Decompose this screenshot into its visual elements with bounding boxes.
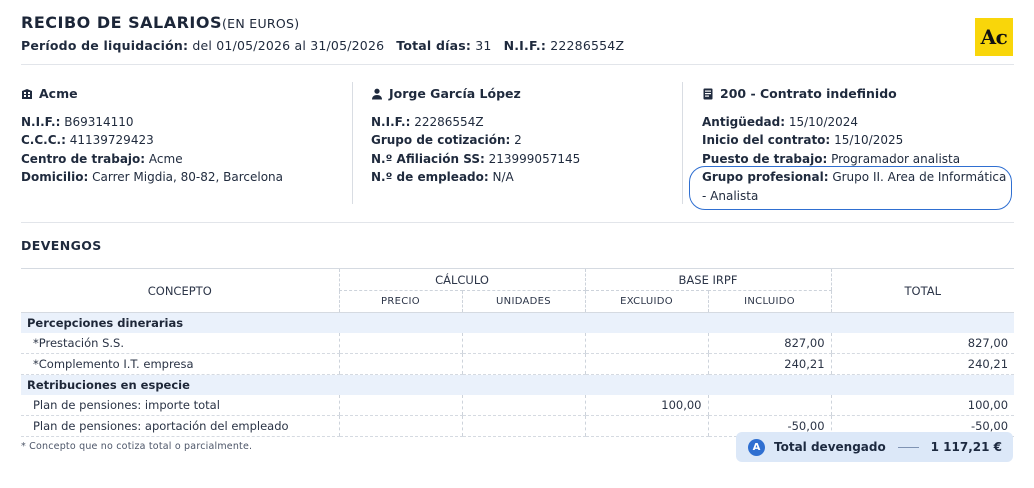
total-label: Total devengado (774, 440, 886, 454)
cell-excluido (584, 333, 708, 354)
company-nif: N.I.F.: B69314110 (21, 114, 134, 129)
cell-precio (338, 333, 462, 354)
company-workplace: Centro de trabajo: Acme (21, 151, 183, 166)
employee-ss-number: N.º Afiliación SS: 213999057145 (371, 151, 581, 166)
column-divider (682, 82, 683, 204)
employee-heading: Jorge García López (371, 85, 580, 104)
period-line: Período de liquidación: del 01/05/2026 a… (21, 38, 625, 53)
cell-unidades (461, 353, 585, 375)
cell-unidades (461, 415, 585, 437)
table-row: *Prestación S.S. 827,00 827,00 (21, 333, 1015, 354)
cell-precio (338, 395, 462, 416)
cell-concepto: Plan de pensiones: importe total (21, 395, 339, 416)
employee-number: N.º de empleado: N/A (371, 170, 514, 184)
header-calculo: CÁLCULO (338, 268, 585, 291)
employee-contribution-group: Grupo de cotización: 2 (371, 133, 522, 147)
contract-heading: 200 - Contrato indefinido (702, 85, 960, 104)
building-icon (22, 89, 32, 100)
table-row: Plan de pensiones: importe total 100,00 … (21, 395, 1015, 416)
contract-seniority: Antigüedad: 15/10/2024 (702, 114, 859, 129)
footnote: * Concepto que no cotiza total o parcial… (21, 441, 253, 452)
cell-incluido (707, 395, 832, 416)
header-excluido: EXCLUIDO (584, 290, 708, 313)
column-divider (352, 82, 353, 204)
cell-incluido: 240,21 (707, 353, 832, 375)
header-precio: PRECIO (338, 290, 462, 313)
section-title: DEVENGOS (21, 238, 102, 253)
divider (21, 222, 1014, 223)
cell-total: 827,00 (830, 333, 1015, 354)
header-incluido: INCLUIDO (707, 290, 832, 313)
company-heading: Acme (21, 85, 283, 104)
employee-info: Jorge García López N.I.F.: 22286554Z Gru… (371, 85, 580, 187)
cell-total: 100,00 (830, 395, 1015, 416)
company-logo: Ac (975, 18, 1013, 56)
person-icon (372, 88, 382, 100)
document-title: RECIBO DE SALARIOS(EN EUROS) (21, 13, 300, 32)
table-row: *Complemento I.T. empresa 240,21 240,21 (21, 353, 1015, 375)
total-leader-line (897, 446, 919, 448)
cell-concepto: *Prestación S.S. (21, 333, 339, 354)
total-badge-icon: A (748, 438, 765, 456)
contract-start: Inicio del contrato: 15/10/2025 (702, 133, 904, 147)
group-row: Percepciones dinerarias (21, 312, 1015, 333)
cell-excluido (584, 415, 708, 437)
cell-unidades (461, 333, 585, 354)
cell-incluido: 827,00 (707, 333, 832, 354)
cell-precio (338, 415, 462, 437)
header-concepto: CONCEPTO (21, 268, 339, 313)
company-address: Domicilio: Carrer Migdia, 80-82, Barcelo… (21, 170, 284, 184)
contract-professional-group: Grupo profesional: Grupo II. Area de Inf… (702, 170, 1007, 203)
contract-info: 200 - Contrato indefinido Antigüedad: 15… (702, 85, 960, 168)
company-ccc: C.C.C.: 41139729423 (21, 133, 154, 147)
header-base-irpf: BASE IRPF (584, 268, 832, 291)
cell-unidades (461, 395, 585, 416)
company-info: Acme N.I.F.: B69314110 C.C.C.: 411397294… (21, 85, 283, 187)
group-row: Retribuciones en especie (21, 374, 1015, 395)
header-unidades: UNIDADES (461, 290, 585, 313)
cell-precio (338, 353, 462, 375)
header-total: TOTAL (830, 268, 1015, 313)
divider (21, 64, 1014, 65)
employee-nif: N.I.F.: 22286554Z (371, 114, 484, 129)
devengos-table: CONCEPTO CÁLCULO BASE IRPF TOTAL PRECIO … (21, 268, 1015, 437)
total-devengado: A Total devengado 1 117,21 € (736, 432, 1013, 462)
cell-concepto: *Complemento I.T. empresa (21, 353, 339, 375)
cell-concepto: Plan de pensiones: aportación del emplea… (21, 415, 339, 437)
total-value: 1 117,21 € (930, 440, 1002, 454)
cell-excluido: 100,00 (584, 395, 708, 416)
cell-total: 240,21 (830, 353, 1015, 375)
document-icon (703, 88, 713, 100)
cell-excluido (584, 353, 708, 375)
